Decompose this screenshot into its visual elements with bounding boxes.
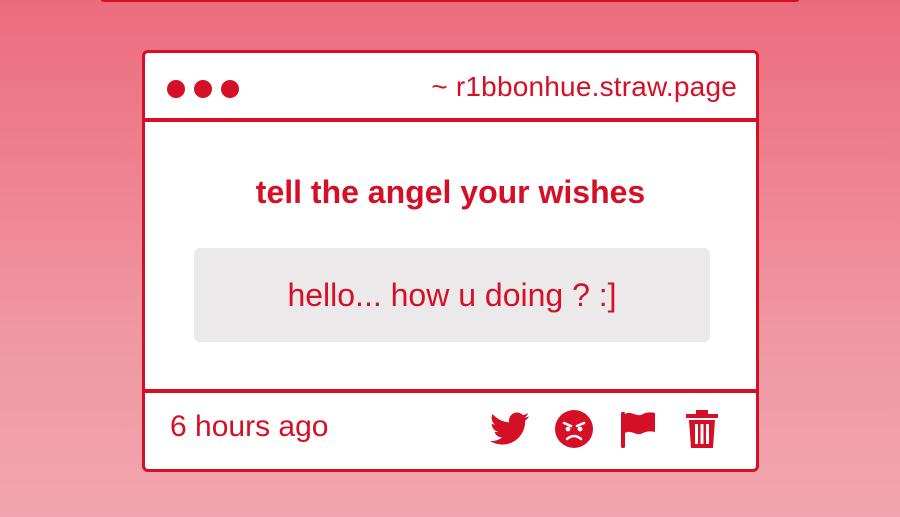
- window-dot: [167, 80, 185, 98]
- angry-face-icon: [555, 410, 593, 448]
- window-dots: [167, 80, 239, 98]
- delete-button[interactable]: [682, 409, 722, 449]
- timestamp: 6 hours ago: [170, 410, 329, 443]
- window-dot: [221, 80, 239, 98]
- question-text: tell the angel your wishes: [255, 174, 646, 210]
- action-bar: [490, 409, 722, 449]
- post-card: ~ r1bbonhue.straw.page tell the angel yo…: [142, 50, 759, 472]
- post-footer: 6 hours ago: [145, 389, 756, 469]
- flag-icon: [621, 412, 655, 448]
- react-angry-button[interactable]: [554, 409, 594, 449]
- post-body: tell the angel your wishes hello... how …: [145, 122, 756, 389]
- trash-icon: [686, 410, 718, 448]
- answer-text: hello... how u doing ? :]: [287, 276, 617, 313]
- report-flag-button[interactable]: [618, 409, 658, 449]
- top-bar-strip: [100, 0, 800, 2]
- window-dot: [194, 80, 212, 98]
- page-url[interactable]: ~ r1bbonhue.straw.page: [431, 71, 737, 103]
- twitter-icon: [490, 412, 530, 445]
- share-twitter-button[interactable]: [490, 409, 530, 449]
- window-titlebar: ~ r1bbonhue.straw.page: [145, 53, 756, 122]
- answer-box: hello... how u doing ? :]: [194, 248, 710, 342]
